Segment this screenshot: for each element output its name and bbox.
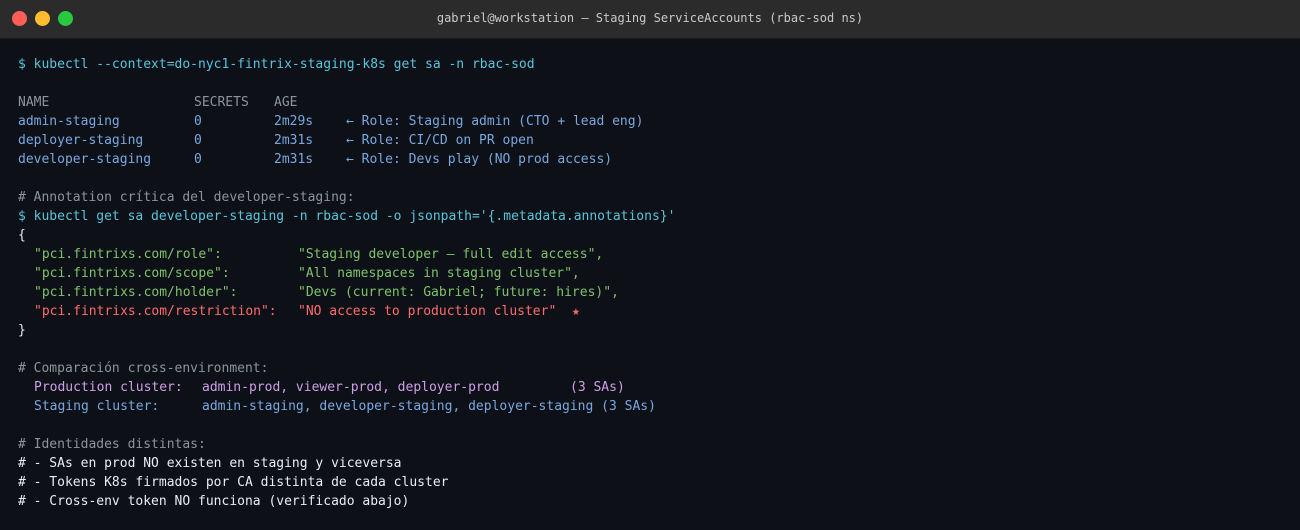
annotation-row-critical: "pci.fintrixs.com/restriction": "NO acces…: [18, 302, 1290, 321]
comment-line: # Comparación cross-environment:: [18, 361, 269, 376]
row-age: 2m31s: [274, 133, 314, 148]
row-secrets: 0: [194, 133, 202, 148]
table-row: admin-staging 0 2m29s ← Role: Staging admin…: [18, 112, 1290, 131]
cluster-label: Staging cluster:: [34, 399, 160, 414]
cluster-sa-list: admin-prod, viewer-prod, deployer-prod: [202, 380, 500, 395]
annotation-value: "All namespaces in staging cluster",: [298, 266, 580, 281]
window-title: gabriel@workstation — Staging ServiceAcc…: [436, 11, 864, 25]
annotation-key: "pci.fintrixs.com/holder":: [34, 285, 238, 300]
row-name: admin-staging: [18, 114, 120, 129]
annotation-row: "pci.fintrixs.com/scope": "All namespaces…: [18, 264, 1290, 283]
cluster-sa-count: (3 SAs): [570, 380, 625, 395]
terminal-window: gabriel@workstation — Staging ServiceAcc…: [0, 0, 1300, 530]
row-note: ← Role: Staging admin (CTO + lead eng): [346, 114, 644, 129]
annotation-key: "pci.fintrixs.com/role":: [34, 247, 222, 262]
table-row: developer-staging 0 2m31s ← Role: Devs play…: [18, 150, 1290, 169]
annotation-value: "NO access to production cluster": [298, 304, 557, 319]
note-line: # - Tokens K8s firmados por CA distinta …: [18, 475, 449, 490]
note-line: # - SAs en prod NO existen en staging y …: [18, 456, 402, 471]
row-note: ← Role: Devs play (NO prod access): [346, 152, 613, 167]
staging-cluster-line: Staging cluster: admin-staging, developer…: [18, 397, 1290, 416]
header-name: NAME: [18, 95, 50, 110]
row-name: deployer-staging: [18, 133, 144, 148]
header-secrets: SECRETS: [194, 95, 249, 110]
command-line: $ kubectl --context=do-nyc1-fintrix-stag…: [18, 57, 535, 72]
cluster-label: Production cluster:: [34, 380, 183, 395]
terminal-output[interactable]: $ kubectl --context=do-nyc1-fintrix-stag…: [18, 55, 1290, 511]
comment-line: # Identidades distintas:: [18, 437, 206, 452]
comment-line: # Annotation crítica del developer-stagi…: [18, 190, 355, 205]
annotation-row: "pci.fintrixs.com/role": "Staging develop…: [18, 245, 1290, 264]
star-icon: ★: [571, 304, 580, 319]
json-brace-close: }: [18, 323, 26, 338]
annotation-value: "Staging developer — full edit access",: [298, 247, 604, 262]
annotation-key: "pci.fintrixs.com/restriction":: [34, 304, 277, 319]
row-secrets: 0: [194, 114, 202, 129]
json-brace-open: {: [18, 228, 26, 243]
cluster-sa-list: admin-staging, developer-staging, deploy…: [202, 399, 594, 414]
header-age: AGE: [274, 95, 298, 110]
row-age: 2m31s: [274, 152, 314, 167]
title-bar: gabriel@workstation — Staging ServiceAcc…: [0, 0, 1300, 39]
row-note: ← Role: CI/CD on PR open: [346, 133, 534, 148]
annotation-row: "pci.fintrixs.com/holder": "Devs (current…: [18, 283, 1290, 302]
row-secrets: 0: [194, 152, 202, 167]
table-row: deployer-staging 0 2m31s ← Role: CI/CD on P…: [18, 131, 1290, 150]
row-name: developer-staging: [18, 152, 152, 167]
cluster-sa-count: (3 SAs): [601, 399, 656, 414]
production-cluster-line: Production cluster: admin-prod, viewer-pr…: [18, 378, 1290, 397]
note-line: # - Cross-env token NO funciona (verific…: [18, 494, 410, 509]
annotation-key: "pci.fintrixs.com/scope":: [34, 266, 230, 281]
table-header: NAME SECRETS AGE: [18, 93, 1290, 112]
annotation-value: "Devs (current: Gabriel; future: hires)"…: [298, 285, 619, 300]
row-age: 2m29s: [274, 114, 314, 129]
command-line: $ kubectl get sa developer-staging -n rb…: [18, 209, 676, 224]
